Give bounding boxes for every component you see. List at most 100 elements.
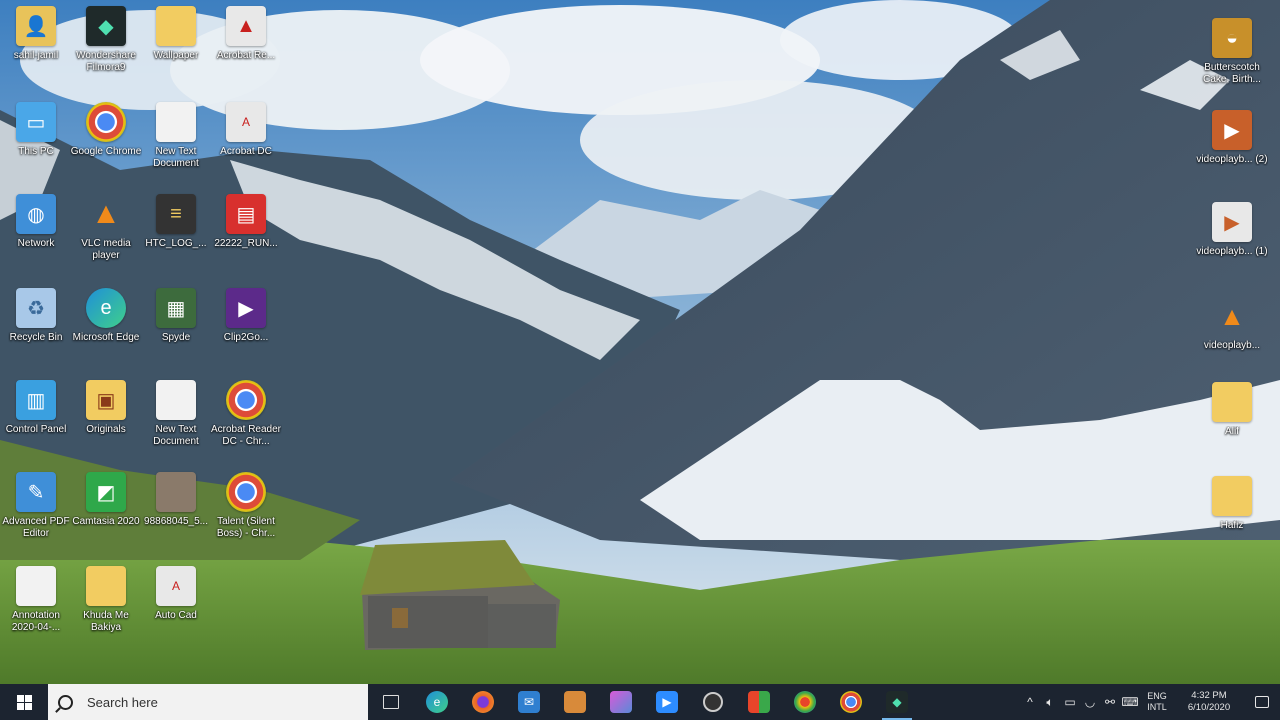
desktop-icon-label: Khuda Me Bakiya: [83, 610, 129, 633]
language-indicator[interactable]: ENG INTL: [1140, 691, 1174, 713]
network-icon[interactable]: ◡: [1080, 684, 1100, 720]
desktop-icon-label: VLC media player: [81, 238, 131, 261]
taskbar-app-filmora[interactable]: ◆: [874, 684, 920, 720]
taskbar-app-file-explorer[interactable]: [552, 684, 598, 720]
desktop-icon-label: videoplayb... (2): [1196, 154, 1268, 165]
volume-icon[interactable]: 🔈︎: [1040, 684, 1060, 720]
clock-time: 4:32 PM: [1191, 690, 1227, 701]
desktop-icon[interactable]: Alif: [1196, 376, 1268, 458]
htc-log-icon: ≡: [156, 194, 196, 234]
desktop-icon[interactable]: ▤ 22222_RUN...: [210, 188, 282, 270]
battery-icon[interactable]: ▭: [1060, 684, 1080, 720]
filmora-icon: ◆: [886, 691, 908, 713]
originals-folder-icon: ▣: [86, 380, 126, 420]
clock[interactable]: 4:32 PM 6/10/2020: [1174, 690, 1244, 714]
desktop-icon-label: Camtasia 2020: [72, 516, 140, 527]
desktop-icon[interactable]: ♻ Recycle Bin: [0, 282, 72, 364]
desktop-icon[interactable]: ▭ This PC: [0, 96, 72, 178]
taskbar-app-photos[interactable]: [598, 684, 644, 720]
desktop-icon-label: Clip2Go...: [223, 332, 269, 343]
desktop-icon-label: This PC: [18, 146, 54, 157]
taskbar-app-zoom[interactable]: ▶: [644, 684, 690, 720]
desktop-icon[interactable]: ▶ Clip2Go...: [210, 282, 282, 364]
desktop-icon[interactable]: Acrobat Reader DC - Chr...: [210, 374, 282, 456]
keyboard-layout: INTL: [1147, 702, 1167, 712]
desktop-icon[interactable]: Wallpaper: [140, 0, 212, 82]
desktop-icon[interactable]: Google Chrome: [70, 96, 142, 178]
photos-icon: [610, 691, 632, 713]
alif-folder-icon: [1212, 382, 1252, 422]
desktop-icon-label: Originals: [86, 424, 126, 435]
chrome-app-icon: [226, 472, 266, 512]
desktop-icon[interactable]: Annotation 2020-04-...: [0, 560, 72, 642]
search-icon: [58, 694, 73, 710]
folder-icon: [156, 6, 196, 46]
obs-icon: [703, 692, 723, 712]
mail-icon: ✉: [518, 691, 540, 713]
text-document-icon: [156, 102, 196, 142]
task-view-icon: [383, 695, 399, 709]
desktop-icon[interactable]: ▲ Acrobat Re...: [210, 0, 282, 82]
desktop-icon[interactable]: Talent (Silent Boss) - Chr...: [210, 466, 282, 548]
chevron-up-icon[interactable]: ^: [1020, 684, 1040, 720]
taskbar-search-box[interactable]: Search here: [48, 684, 368, 720]
desktop-icon-label: Recycle Bin: [9, 332, 63, 343]
video-file-icon: ▶: [1212, 110, 1252, 150]
desktop-icon-label: HTC_LOG_...: [145, 238, 207, 249]
desktop-icon[interactable]: A Auto Cad: [140, 560, 212, 642]
link-icon[interactable]: ⚯: [1100, 684, 1120, 720]
desktop-icon[interactable]: 👤 sahil-jamil: [0, 0, 72, 82]
desktop-icon[interactable]: 98868045_5...: [140, 466, 212, 548]
desktop-icon[interactable]: ≡ HTC_LOG_...: [140, 188, 212, 270]
desktop-icon[interactable]: Hafiz: [1196, 470, 1268, 552]
notification-center-button[interactable]: [1244, 684, 1280, 720]
taskbar-app-firefox[interactable]: [460, 684, 506, 720]
taskbar-app-paint[interactable]: [782, 684, 828, 720]
desktop-icon[interactable]: ▥ Control Panel: [0, 374, 72, 456]
desktop-icon[interactable]: ✎ Advanced PDF Editor: [0, 466, 72, 548]
acrobat-dc-icon: A: [226, 102, 266, 142]
desktop-icon-label: Auto Cad: [155, 610, 197, 621]
filmora-icon: ◆: [86, 6, 126, 46]
desktop-icon[interactable]: Khuda Me Bakiya: [70, 560, 142, 642]
desktop-icon-label: Google Chrome: [70, 146, 142, 157]
desktop-icon[interactable]: A Acrobat DC: [210, 96, 282, 178]
recycle-bin-icon: ♻: [16, 288, 56, 328]
desktop-icon[interactable]: New Text Document: [140, 96, 212, 178]
desktop-icon-label: Microsoft Edge: [72, 332, 140, 343]
desktop-icon[interactable]: ◒ Butterscotch Cake, Birth...: [1196, 12, 1268, 94]
keyboard-icon[interactable]: ⌨: [1120, 684, 1140, 720]
video-file-icon: ▶: [1212, 202, 1252, 242]
taskbar-app-store[interactable]: [736, 684, 782, 720]
clock-date: 6/10/2020: [1187, 702, 1231, 713]
desktop-icon[interactable]: ▣ Originals: [70, 374, 142, 456]
desktop-icon[interactable]: ▶ videoplayb... (1): [1196, 196, 1268, 278]
desktop-icon[interactable]: ◍ Network: [0, 188, 72, 270]
desktop-icon[interactable]: ◆ Wondershare Filmora9: [70, 0, 142, 82]
start-button[interactable]: [0, 684, 48, 720]
desktop-icon[interactable]: ▲ VLC media player: [70, 188, 142, 270]
taskbar-app-mail[interactable]: ✉: [506, 684, 552, 720]
chrome-icon: [840, 691, 862, 713]
acrobat-icon: ▲: [226, 6, 266, 46]
task-view-button[interactable]: [368, 684, 414, 720]
camtasia-icon: ◩: [86, 472, 126, 512]
text-document-icon: [156, 380, 196, 420]
spyde-icon: ▦: [156, 288, 196, 328]
taskbar-app-edge[interactable]: e: [414, 684, 460, 720]
desktop-icon[interactable]: ◩ Camtasia 2020: [70, 466, 142, 548]
desktop-icon[interactable]: ▲ videoplayb...: [1196, 290, 1268, 372]
desktop-icon[interactable]: New Text Document: [140, 374, 212, 456]
chrome-icon: [86, 102, 126, 142]
desktop-icon-label: Annotation 2020-04-...: [11, 610, 61, 633]
desktop-icon[interactable]: ▦ Spyde: [140, 282, 212, 364]
desktop-icon-label: 22222_RUN...: [214, 238, 278, 249]
desktop-icon-label: sahil-jamil: [13, 50, 59, 61]
desktop-icon[interactable]: e Microsoft Edge: [70, 282, 142, 364]
desktop-icon[interactable]: ▶ videoplayb... (2): [1196, 104, 1268, 186]
annotation-file-icon: [16, 566, 56, 606]
taskbar-app-obs[interactable]: [690, 684, 736, 720]
taskbar-app-chrome[interactable]: [828, 684, 874, 720]
cake-image-icon: ◒: [1212, 18, 1252, 58]
user-folder-icon: 👤: [16, 6, 56, 46]
